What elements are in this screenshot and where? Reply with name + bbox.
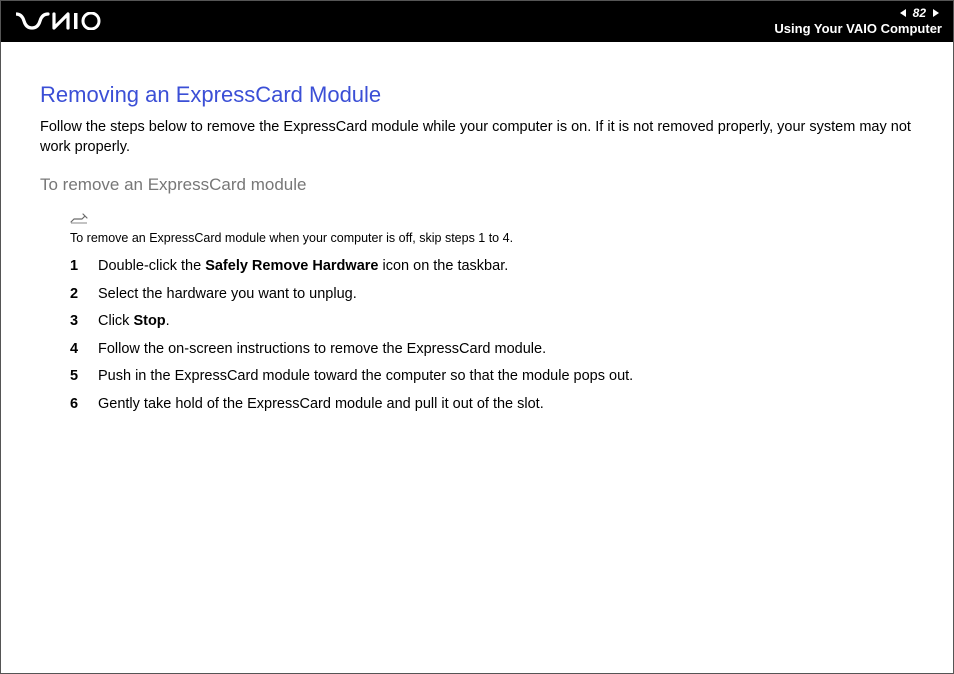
page-title: Removing an ExpressCard Module bbox=[40, 82, 914, 108]
step-item: 6 Gently take hold of the ExpressCard mo… bbox=[40, 395, 914, 415]
step-number: 5 bbox=[70, 367, 98, 387]
step-text: Click Stop. bbox=[98, 312, 914, 332]
note-block: To remove an ExpressCard module when you… bbox=[70, 211, 914, 245]
step-text: Push in the ExpressCard module toward th… bbox=[98, 367, 914, 387]
step-text: Gently take hold of the ExpressCard modu… bbox=[98, 395, 914, 415]
step-number: 4 bbox=[70, 340, 98, 360]
step-text: Follow the on-screen instructions to rem… bbox=[98, 340, 914, 360]
note-text: To remove an ExpressCard module when you… bbox=[70, 231, 914, 245]
header-bar: 82 Using Your VAIO Computer bbox=[0, 0, 954, 42]
step-item: 4 Follow the on-screen instructions to r… bbox=[40, 340, 914, 360]
steps-list: 1 Double-click the Safely Remove Hardwar… bbox=[40, 257, 914, 414]
step-text: Double-click the Safely Remove Hardware … bbox=[98, 257, 914, 277]
page-navigator: 82 bbox=[897, 6, 942, 20]
step-number: 1 bbox=[70, 257, 98, 277]
step-text: Select the hardware you want to unplug. bbox=[98, 285, 914, 305]
intro-paragraph: Follow the steps below to remove the Exp… bbox=[40, 118, 914, 157]
next-page-arrow-icon[interactable] bbox=[930, 7, 942, 19]
step-number: 2 bbox=[70, 285, 98, 305]
step-number: 3 bbox=[70, 312, 98, 332]
step-item: 1 Double-click the Safely Remove Hardwar… bbox=[40, 257, 914, 277]
subtitle: To remove an ExpressCard module bbox=[40, 175, 914, 195]
header-right: 82 Using Your VAIO Computer bbox=[774, 6, 942, 36]
step-item: 3 Click Stop. bbox=[40, 312, 914, 332]
step-item: 5 Push in the ExpressCard module toward … bbox=[40, 367, 914, 387]
vaio-logo bbox=[16, 11, 106, 31]
step-item: 2 Select the hardware you want to unplug… bbox=[40, 285, 914, 305]
page-number: 82 bbox=[913, 6, 926, 20]
section-title: Using Your VAIO Computer bbox=[774, 21, 942, 36]
note-icon bbox=[70, 211, 88, 229]
page-content: Removing an ExpressCard Module Follow th… bbox=[0, 42, 954, 415]
prev-page-arrow-icon[interactable] bbox=[897, 7, 909, 19]
step-number: 6 bbox=[70, 395, 98, 415]
